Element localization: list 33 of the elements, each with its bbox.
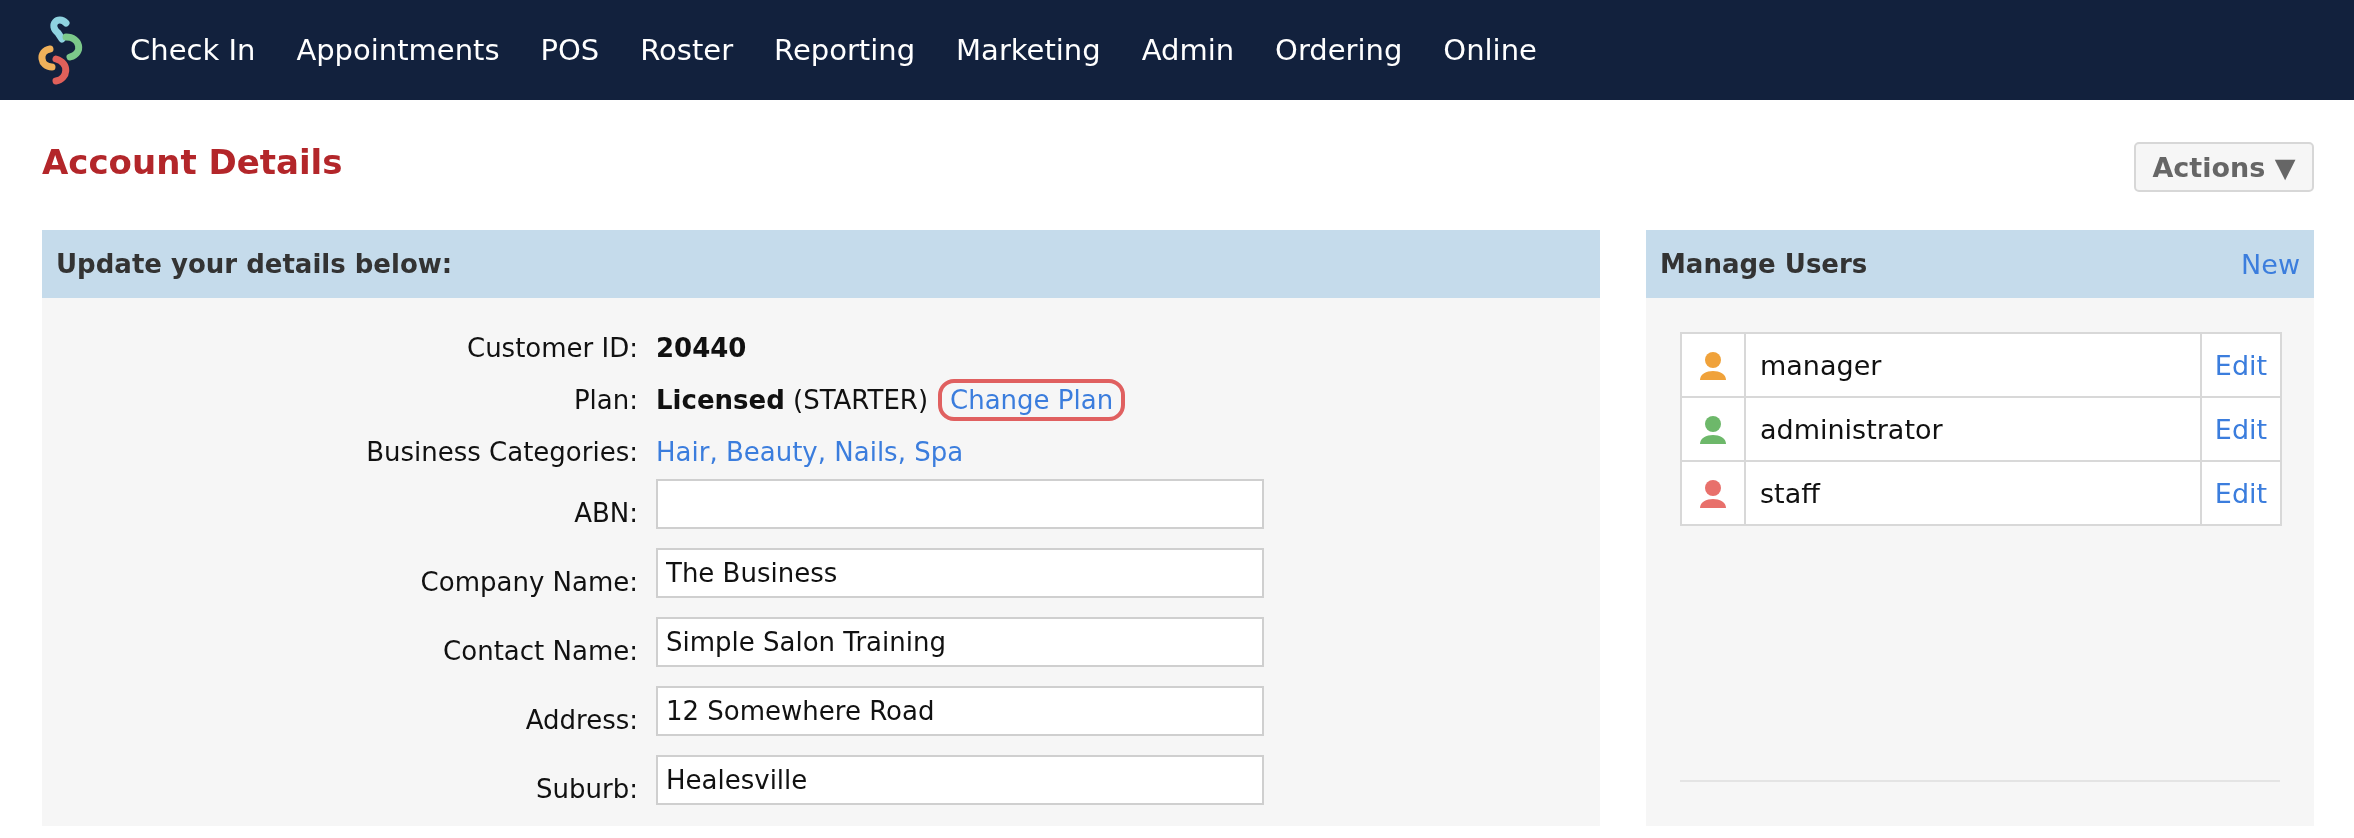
nav-link[interactable]: Check In — [130, 33, 256, 67]
input-field[interactable]: Healesville — [656, 755, 1264, 805]
field-label: Company Name: — [419, 565, 638, 599]
categories-link[interactable]: Hair, Beauty, Nails, Spa — [656, 437, 964, 467]
nav-link[interactable]: Reporting — [774, 33, 916, 67]
nav-link[interactable]: Appointments — [296, 33, 500, 67]
input-field[interactable]: The Business — [656, 548, 1264, 598]
field-label: Address: — [524, 703, 638, 737]
page-title: Account Details — [42, 142, 343, 182]
field-label: Plan: — [572, 384, 638, 417]
field-label: Business Categories: — [365, 436, 638, 469]
change-plan-link[interactable]: Change Plan — [938, 379, 1126, 421]
field-label: ABN: — [573, 496, 638, 530]
plan-text: Licensed (STARTER) — [656, 385, 929, 415]
input-field[interactable] — [656, 479, 1264, 529]
field-label: Suburb: — [535, 772, 638, 806]
actions-button[interactable]: Actions ▼ — [2134, 142, 2314, 192]
nav-link[interactable]: POS — [540, 33, 600, 67]
input-field[interactable]: Simple Salon Training — [656, 617, 1264, 667]
field-label: Contact Name: — [442, 634, 638, 668]
field-label: Customer ID: — [466, 332, 638, 365]
nav-link[interactable]: Ordering — [1275, 33, 1403, 67]
panel-title: Update your details below: — [56, 249, 453, 279]
nav-link[interactable]: Roster — [640, 33, 734, 67]
nav-link[interactable]: Admin — [1141, 33, 1235, 67]
panel-title: Manage Users — [1660, 249, 1868, 279]
user-name: manager — [1745, 333, 2201, 397]
nav-link[interactable]: Online — [1443, 33, 1537, 67]
nav-link[interactable]: Marketing — [956, 33, 1101, 67]
user-name: administrator — [1745, 397, 2201, 461]
customer-id: 20440 — [656, 333, 747, 363]
input-field[interactable]: 12 Somewhere Road — [656, 686, 1264, 736]
user-name: staff — [1745, 461, 2201, 525]
